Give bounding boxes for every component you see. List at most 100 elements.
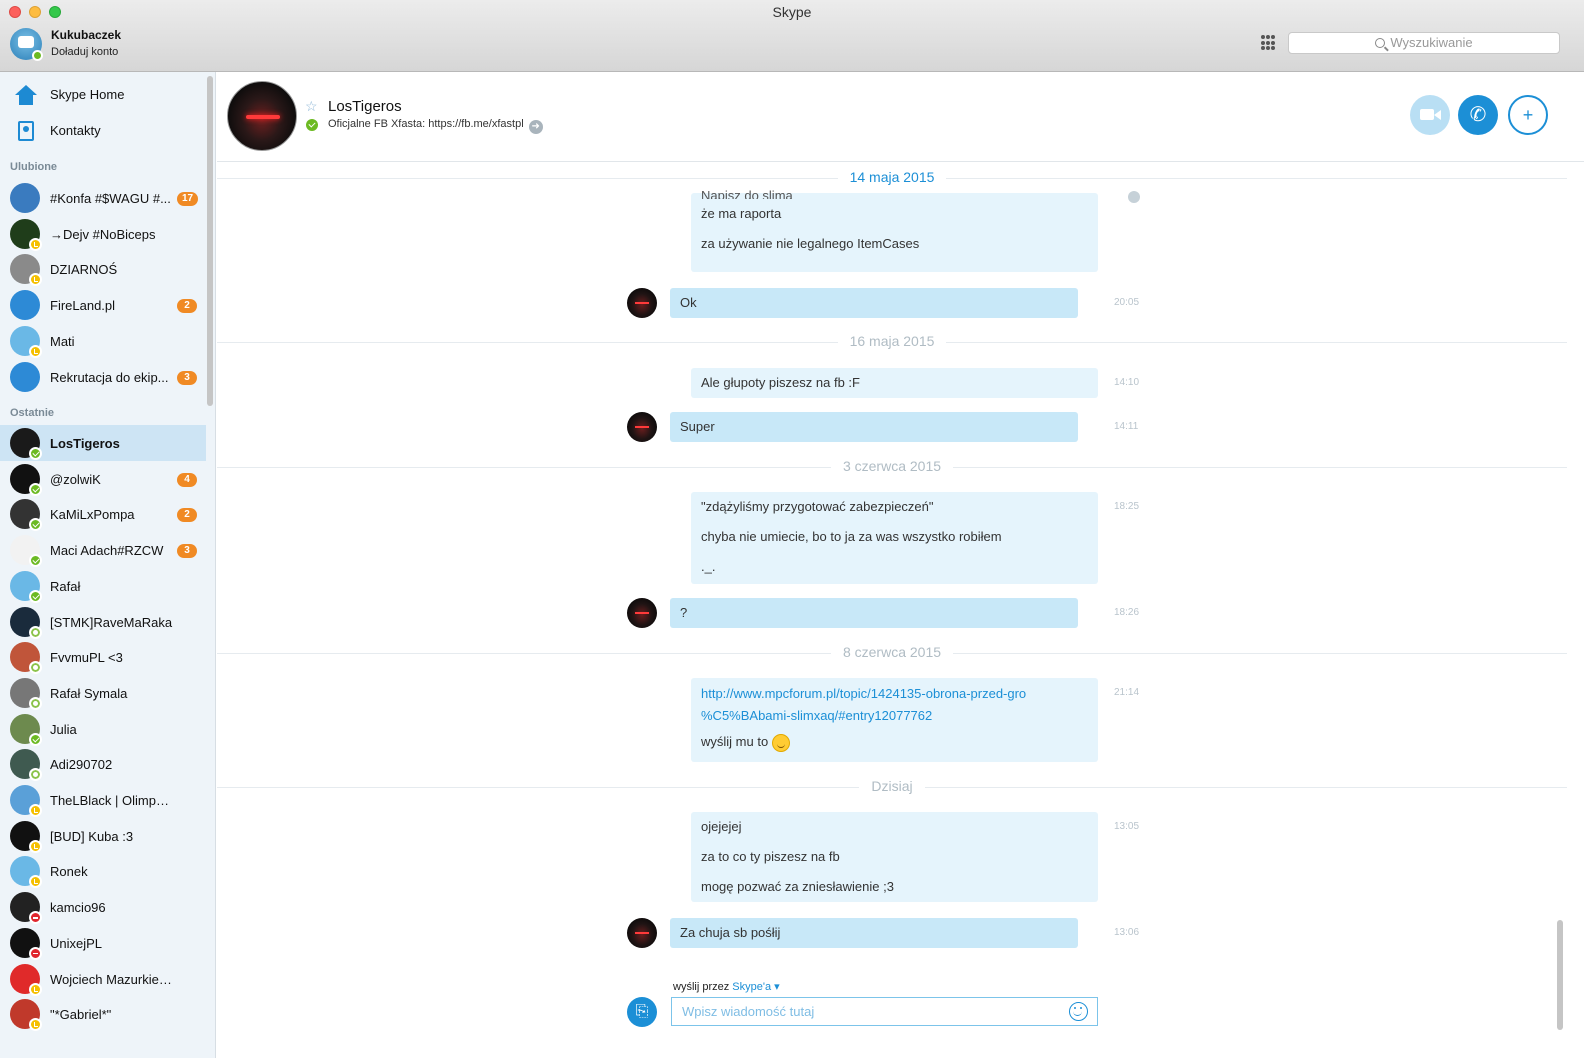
status-offline-icon (29, 661, 42, 675)
contact-name: Julia (50, 721, 77, 737)
message-timestamp: 18:26 (1114, 607, 1140, 618)
message-timestamp: 13:06 (1114, 927, 1140, 938)
contact-item[interactable]: UnixejPL (0, 925, 206, 961)
contact-item[interactable]: Wojciech Mazurkiewicz (0, 961, 206, 997)
contact-name: TheLBlack | OlimpMc.pl (50, 793, 175, 808)
attach-button[interactable]: ⎘ (627, 997, 657, 1027)
contact-item[interactable]: FireLand.pl 2 (0, 287, 206, 323)
contact-item[interactable]: Rafał Symala (0, 675, 206, 711)
sidebar-scrollbar[interactable] (207, 76, 213, 406)
contact-item[interactable]: DZIARNOŚ (0, 251, 206, 287)
contact-name: Mati (50, 333, 75, 349)
status-dnd-icon (29, 911, 42, 925)
sidebar-item-label: Skype Home (50, 87, 125, 102)
unread-count-badge: 17 (177, 192, 199, 206)
sidebar-item-skype-home[interactable]: Skype Home (0, 77, 206, 113)
contact-mood-message: Oficjalne FB Xfasta: https://fb.me/xfast… (328, 118, 543, 134)
message-bubble-incoming[interactable]: Za chuja sb pośłij (670, 918, 1078, 948)
contact-name: [BUD] Kuba :3 (50, 828, 134, 844)
message-timestamp: 21:14 (1114, 687, 1140, 698)
contact-item[interactable]: Mati (0, 323, 206, 359)
message-timestamp: 18:25 (1114, 501, 1140, 512)
date-separator: 16 maja 2015 (217, 333, 1567, 349)
contact-item[interactable]: TheLBlack | OlimpMc.pl (0, 782, 206, 818)
status-online-icon (29, 447, 42, 460)
chat-scrollbar[interactable] (1557, 920, 1563, 1030)
message-bubble-outgoing[interactable]: ojejejej za to co ty piszesz na fb mogę … (691, 812, 1098, 902)
contact-item[interactable]: "*Gabriel*" (0, 996, 206, 1032)
contact-item[interactable]: Rafał (0, 568, 206, 604)
contact-name: Maci Adach#RZCW (50, 543, 164, 559)
contact-name: Rafał (50, 578, 81, 594)
search-input[interactable]: Wyszukiwanie (1288, 32, 1560, 54)
sender-avatar[interactable] (627, 288, 657, 318)
contact-item[interactable]: Adi290702 (0, 746, 206, 782)
message-bubble-outgoing[interactable]: Ale głupoty piszesz na fb :F (691, 368, 1098, 398)
top-up-credit-link[interactable]: Doładuj konto (51, 46, 118, 58)
contact-avatar (10, 290, 40, 321)
contact-name: Rafał Symala (50, 685, 128, 701)
contact-name: Wojciech Mazurkiewicz (50, 971, 175, 987)
message-link[interactable]: %C5%BAbami-slimxaq/#entry12077762 (701, 705, 1088, 727)
contact-name: UnixejPL (50, 935, 103, 951)
contact-name[interactable]: LosTigeros (328, 98, 402, 115)
contact-item[interactable]: KaMiLxPompa 2 (0, 496, 206, 532)
status-away-icon (29, 875, 42, 889)
phone-icon: ✆ (1469, 104, 1487, 126)
home-icon (15, 85, 37, 105)
message-bubble-incoming[interactable]: ? (670, 598, 1078, 628)
contact-item[interactable]: →Dejv #NoBiceps (0, 216, 206, 252)
contact-item[interactable]: [BUD] Kuba :3 (0, 818, 206, 854)
unread-count-badge: 2 (177, 508, 197, 523)
contact-item[interactable]: Julia (0, 711, 206, 747)
contact-item[interactable]: [STMK]RaveMaRaka (0, 604, 206, 640)
status-away-icon (29, 273, 42, 287)
contact-item[interactable]: Ronek (0, 853, 206, 889)
status-away-icon (29, 344, 42, 358)
message-bubble-incoming[interactable]: Ok (670, 288, 1078, 318)
message-bubble-incoming[interactable]: Super (670, 412, 1078, 442)
message-bubble-outgoing[interactable]: http://www.mpcforum.pl/topic/1424135-obr… (691, 678, 1098, 762)
status-away-icon (29, 839, 42, 853)
message-bubble-outgoing[interactable]: Napisz do slima że ma raporta za używani… (691, 189, 1098, 272)
contact-item[interactable]: @zolwiK 4 (0, 461, 206, 497)
sender-avatar[interactable] (627, 918, 657, 948)
sidebar-item-label: Kontakty (50, 123, 101, 138)
message-bubble-outgoing[interactable]: "zdążyliśmy przygotować zabezpieczeń" ch… (691, 492, 1098, 584)
contact-avatar[interactable] (227, 81, 297, 151)
my-name[interactable]: Kukubaczek (51, 28, 121, 42)
online-status-icon (306, 119, 318, 131)
contact-item[interactable]: Maci Adach#RZCW 3 (0, 532, 206, 568)
message-link[interactable]: http://www.mpcforum.pl/topic/1424135-obr… (701, 683, 1088, 705)
voice-call-button[interactable]: ✆ (1458, 95, 1498, 135)
add-people-button[interactable]: + (1508, 95, 1548, 135)
contact-item[interactable]: kamcio96 (0, 889, 206, 925)
arrow-right-icon[interactable]: ➜ (528, 120, 543, 134)
message-timestamp: 14:11 (1114, 421, 1139, 432)
contact-name: LosTigeros (50, 436, 120, 451)
contact-name: kamcio96 (50, 900, 106, 916)
paperclip-icon: ⎘ (635, 1003, 649, 1020)
date-separator: 8 czerwca 2015 (217, 644, 1567, 660)
message-input[interactable] (671, 997, 1098, 1026)
status-dnd-icon (29, 946, 42, 960)
favorites-section-label: Ulubione (10, 161, 58, 173)
send-via-selector[interactable]: wyślij przez Skype'a ▾ (673, 980, 780, 993)
emoticon-picker-icon[interactable] (1069, 1002, 1088, 1021)
message-timestamp: 20:05 (1114, 297, 1140, 308)
conversation-header: ☆ LosTigeros Oficjalne FB Xfasta: https:… (217, 72, 1584, 162)
message-timestamp: 14:10 (1114, 377, 1140, 388)
contact-item[interactable]: Rekrutacja do ekip... 3 (0, 359, 206, 395)
sender-avatar[interactable] (627, 412, 657, 442)
contact-name: FvvmuPL <3 (50, 650, 123, 666)
contact-item[interactable]: #Konfa #$WAGU #... 17 (0, 180, 206, 216)
contact-item[interactable]: LosTigeros (0, 425, 206, 461)
dialpad-icon[interactable] (1261, 35, 1275, 51)
contact-item[interactable]: FvvmuPL <3 (0, 639, 206, 675)
video-call-button[interactable] (1410, 95, 1450, 135)
sender-avatar[interactable] (627, 598, 657, 628)
favorite-star-icon[interactable]: ☆ (305, 98, 318, 115)
sidebar-item-contacts[interactable]: Kontakty (0, 113, 206, 149)
contact-name: DZIARNOŚ (50, 262, 118, 278)
contact-avatar (10, 183, 40, 213)
